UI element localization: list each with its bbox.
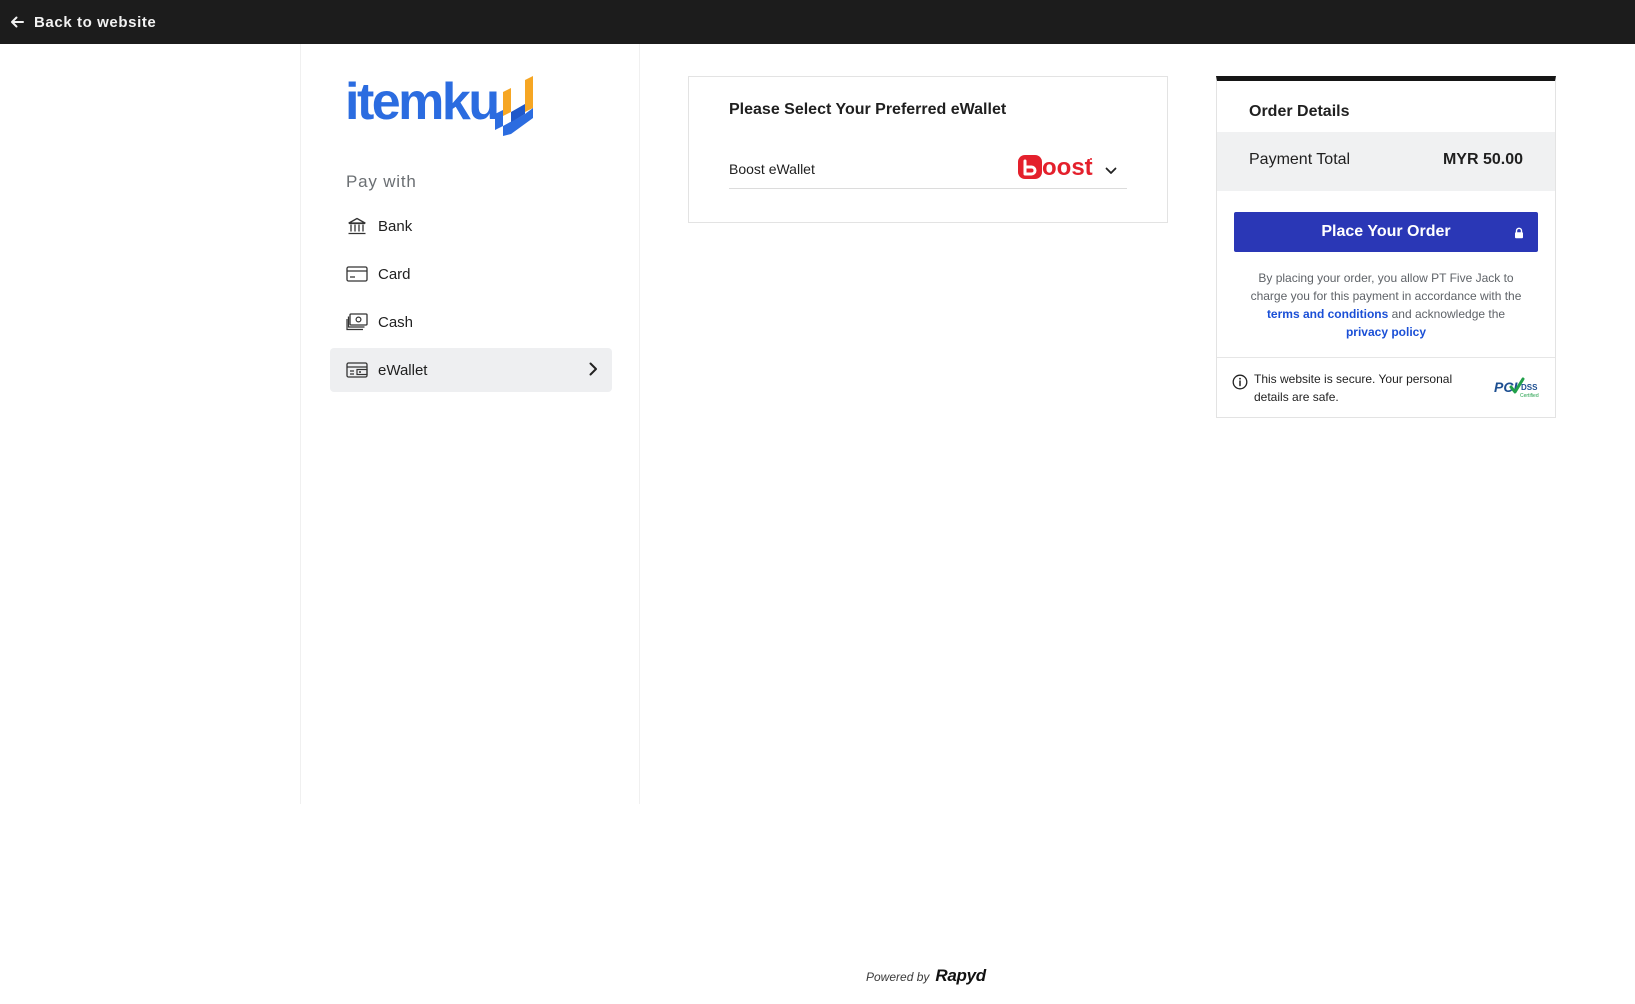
payment-method-menu: Bank Card Cash eWallet <box>330 204 612 396</box>
svg-text:Certified: Certified <box>1520 393 1539 399</box>
pci-dss-certified-logo: PCI DSS Certified <box>1494 375 1540 406</box>
ewallet-select-dropdown[interactable]: Boost eWallet oost <box>729 149 1127 189</box>
payment-total-row: Payment Total MYR 50.00 <box>1217 132 1555 191</box>
svg-text:DSS: DSS <box>1521 383 1538 392</box>
ewallet-title: Please Select Your Preferred eWallet <box>729 101 1007 118</box>
pay-with-heading: Pay with <box>346 172 417 191</box>
logo-text: itemku <box>345 73 500 131</box>
cash-icon <box>346 313 368 331</box>
menu-item-ewallet[interactable]: eWallet <box>330 348 612 392</box>
top-bar: Back to website <box>0 0 1635 44</box>
wallet-icon <box>346 361 368 379</box>
menu-item-cash[interactable]: Cash <box>330 300 612 344</box>
security-notice-text: This website is secure. Your personal de… <box>1254 372 1453 404</box>
menu-item-label: eWallet <box>378 361 428 379</box>
arrow-left-icon <box>10 15 24 29</box>
back-link-label: Back to website <box>34 13 157 31</box>
chevron-right-icon <box>588 361 598 381</box>
rapyd-logo: Rapyd <box>935 966 986 985</box>
ewallet-selected-label: Boost eWallet <box>729 161 815 177</box>
menu-item-label: Card <box>378 265 411 283</box>
menu-item-label: Bank <box>378 217 413 235</box>
menu-item-label: Cash <box>378 313 414 331</box>
svg-text:oost: oost <box>1042 154 1093 181</box>
lock-icon <box>1514 226 1524 244</box>
place-order-button[interactable]: Place Your Order <box>1234 212 1538 252</box>
privacy-policy-link[interactable]: privacy policy <box>1346 325 1426 339</box>
terms-and-conditions-link[interactable]: terms and conditions <box>1267 307 1388 321</box>
powered-by-label: Powered by <box>866 970 930 984</box>
powered-by-footer: Powered by Rapyd <box>866 966 986 986</box>
payment-method-panel: itemku Pay with Bank Card Cash eWallet <box>300 44 640 804</box>
info-icon <box>1232 374 1248 395</box>
itemku-logo: itemku <box>345 74 545 144</box>
chevron-down-icon <box>1105 162 1117 180</box>
credit-card-icon <box>346 265 368 283</box>
back-to-website-link[interactable]: Back to website <box>10 0 156 44</box>
ewallet-selection-card: Please Select Your Preferred eWallet Boo… <box>688 76 1168 223</box>
menu-item-bank[interactable]: Bank <box>330 204 612 248</box>
boost-logo: oost <box>1017 153 1093 186</box>
bank-icon <box>346 217 368 235</box>
consent-text: By placing your order, you allow PT Five… <box>1250 271 1522 339</box>
security-notice: This website is secure. Your personal de… <box>1217 357 1555 417</box>
payment-total-label: Payment Total <box>1249 151 1351 168</box>
menu-item-card[interactable]: Card <box>330 252 612 296</box>
payment-total-value: MYR 50.00 <box>1442 151 1523 168</box>
itemku-mark-icon <box>495 74 537 143</box>
place-order-label: Place Your Order <box>1321 223 1451 240</box>
order-details-card: Order Details Payment Total MYR 50.00 Pl… <box>1216 76 1556 418</box>
order-details-title: Order Details <box>1249 103 1350 120</box>
